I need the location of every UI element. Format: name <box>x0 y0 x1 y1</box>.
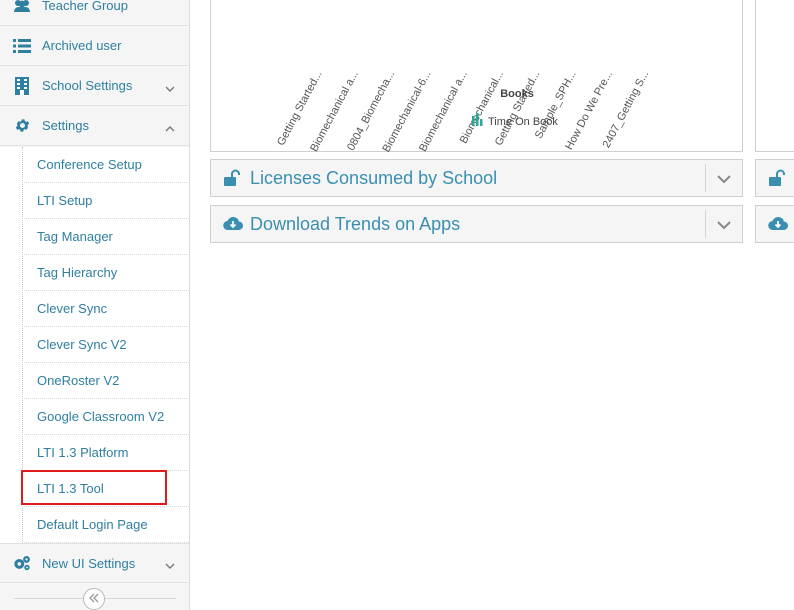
cloud-download-icon <box>768 215 789 233</box>
double-chevron-left-icon <box>89 590 99 608</box>
submenu-item-default-login-page[interactable]: Default Login Page <box>22 507 189 543</box>
submenu-item-tag-hierarchy[interactable]: Tag Hierarchy <box>22 255 189 291</box>
panel-divider <box>705 210 706 238</box>
chart-x-axis-label: Books <box>500 88 534 100</box>
panel-title: Licenses Consumed by School <box>250 167 498 188</box>
cloud-download-icon <box>223 215 244 233</box>
gears-icon <box>13 554 31 572</box>
sidebar-collapse-button[interactable] <box>83 588 105 610</box>
list-icon <box>13 37 31 55</box>
download-trends-panel[interactable]: Download Trends on Apps <box>210 205 743 243</box>
sidebar-item-settings[interactable]: Settings <box>0 106 189 146</box>
chevron-up-icon <box>165 121 175 131</box>
submenu-item-label: OneRoster V2 <box>37 373 120 388</box>
submenu-item-label: LTI 1.3 Platform <box>37 445 129 460</box>
submenu-item-label: Conference Setup <box>37 157 142 172</box>
submenu-item-label: Clever Sync <box>37 301 108 316</box>
chart-legend-label: Time On Book <box>488 116 558 128</box>
submenu-item-label: Google Classroom V2 <box>37 409 165 424</box>
sidebar-item-new-ui-settings[interactable]: New UI Settings <box>0 543 189 583</box>
chevron-down-icon <box>165 81 175 92</box>
unlock-icon <box>768 169 788 187</box>
gear-icon <box>13 117 31 135</box>
submenu-item-label: Clever Sync V2 <box>37 337 127 352</box>
panel-divider <box>705 164 706 192</box>
sidebar-item-label: Teacher Group <box>42 0 128 13</box>
submenu-item-label: LTI 1.3 Tool <box>37 481 104 496</box>
submenu-item-label: Tag Hierarchy <box>37 265 118 280</box>
panel-title: Download Trends on Apps <box>250 213 461 234</box>
submenu-item-label: Tag Manager <box>37 229 113 244</box>
licenses-consumed-panel[interactable]: Licenses Consumed by School <box>210 159 743 197</box>
sidebar-item-teacher-group[interactable]: Teacher Group <box>0 0 189 26</box>
users-icon <box>13 0 31 15</box>
chevron-down-icon[interactable] <box>717 218 731 230</box>
submenu-item-lti-setup[interactable]: LTI Setup <box>22 183 189 219</box>
submenu-item-clever-sync-v2[interactable]: Clever Sync V2 <box>22 327 189 363</box>
submenu-item-conference-setup[interactable]: Conference Setup <box>22 147 189 183</box>
submenu-item-label: LTI Setup <box>37 193 93 208</box>
submenu-item-lti-13-tool[interactable]: LTI 1.3 Tool <box>22 471 189 507</box>
sidebar-item-school-settings[interactable]: School Settings <box>0 66 189 106</box>
right-panel-downloads[interactable] <box>755 205 794 243</box>
chevron-down-icon[interactable] <box>717 172 731 184</box>
sidebar-item-label: Settings <box>42 118 89 133</box>
sidebar-item-label: New UI Settings <box>42 555 136 571</box>
sidebar-item-archived-user[interactable]: Archived user <box>0 26 189 66</box>
time-on-book-chart: Getting Started...Biomechanical a...0804… <box>275 69 651 155</box>
sidebar: Teacher Group Archived user School Setti… <box>0 0 190 610</box>
unlock-icon <box>223 169 243 187</box>
sidebar-item-label: School Settings <box>42 78 133 93</box>
chart-legend[interactable]: Time On Book <box>472 113 558 128</box>
sidebar-item-label: Archived user <box>42 38 122 53</box>
submenu-item-oneroster-v2[interactable]: OneRoster V2 <box>22 363 189 399</box>
submenu-item-tag-manager[interactable]: Tag Manager <box>22 219 189 255</box>
right-panel-licenses[interactable] <box>755 159 794 197</box>
submenu-item-lti-13-platform[interactable]: LTI 1.3 Platform <box>22 435 189 471</box>
building-icon <box>13 76 31 95</box>
submenu-item-clever-sync[interactable]: Clever Sync <box>22 291 189 327</box>
time-on-book-chart-card: Getting Started... Biomechanical a... 0804… <box>210 0 743 155</box>
submenu-item-label: Default Login Page <box>37 517 148 532</box>
submenu-item-google-classroom-v2[interactable]: Google Classroom V2 <box>22 399 189 435</box>
right-chart-card <box>755 0 794 152</box>
chevron-down-icon <box>165 558 175 569</box>
